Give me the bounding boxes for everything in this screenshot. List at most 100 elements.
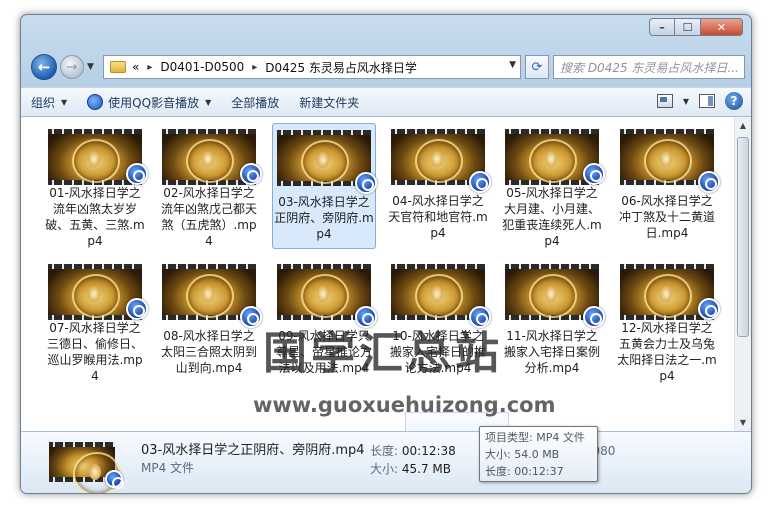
minimize-button[interactable]: – xyxy=(649,18,675,36)
file-name: 03-风水择日学之正阴府、旁阴府.mp4 xyxy=(274,195,374,241)
scroll-up-arrow-icon[interactable]: ▲ xyxy=(735,117,751,134)
breadcrumb-item-current[interactable]: D0425 东灵易占风水择日学 xyxy=(265,59,417,76)
video-thumbnail xyxy=(620,264,720,320)
video-thumbnail xyxy=(49,442,124,493)
file-list: 01-风水择日学之流年凶煞太岁岁破、五黄、三煞.mp4 02-风水择日学之流年凶煞… xyxy=(21,117,751,440)
qq-player-badge-icon xyxy=(240,163,262,185)
caption-buttons: – ☐ ✕ xyxy=(649,18,743,36)
breadcrumb-item-parent[interactable]: D0401-D0500 xyxy=(160,60,244,74)
play-with-qq-button[interactable]: 使用QQ影音播放 ▼ xyxy=(77,88,221,116)
details-length: 长度: 00:12:38 xyxy=(370,442,456,459)
video-thumbnail xyxy=(505,264,605,328)
qq-player-icon xyxy=(87,94,104,110)
file-name: 06-风水择日学之冲丁煞及十二黄道日.mp4 xyxy=(618,194,715,240)
file-item[interactable]: 05-风水择日学之大月建、小月建、犯重丧连续死人.mp4 xyxy=(500,123,605,249)
new-folder-label: 新建文件夹 xyxy=(299,95,360,110)
navigation-row: ← → ▼ « ▸ D0401-D0500 ▸ D0425 东灵易占风水择日学 … xyxy=(29,53,745,81)
qq-player-badge-icon xyxy=(126,298,148,320)
video-thumbnail xyxy=(620,129,720,193)
details-pane: 03-风水择日学之正阴府、旁阴府.mp4 MP4 文件 长度: 00:12:38… xyxy=(21,431,751,493)
help-icon[interactable]: ? xyxy=(725,92,743,110)
length-value: 00:12:38 xyxy=(401,444,456,458)
watermark-url: www.guoxuehuizong.com xyxy=(253,393,556,417)
tooltip-length: 长度: 00:12:37 xyxy=(485,465,564,478)
video-thumbnail xyxy=(391,264,491,328)
file-item[interactable]: 07-风水择日学之三德日、偷修日、巡山罗睺用法.mp4 xyxy=(43,258,148,384)
file-name: 08-风水择日学之太阳三合照太阴到山到向.mp4 xyxy=(160,329,257,375)
qq-player-badge-icon xyxy=(105,470,124,489)
file-tooltip: 项目类型: MP4 文件 大小: 54.0 MB 长度: 00:12:37 xyxy=(479,426,598,482)
video-thumbnail xyxy=(277,130,377,194)
file-name: 11-风水择日学之搬家入宅择日案例分析.mp4 xyxy=(503,329,600,375)
video-thumbnail xyxy=(48,264,148,320)
qq-player-badge-icon xyxy=(583,306,605,328)
tooltip-size: 大小: 54.0 MB xyxy=(485,448,560,461)
file-name: 12-风水择日学之五黄会力士及乌兔太阳择日法之一.mp4 xyxy=(617,321,717,383)
breadcrumb-chevron-icon[interactable]: ▸ xyxy=(147,62,152,73)
file-item[interactable]: 03-风水择日学之正阴府、旁阴府.mp4 xyxy=(272,123,377,249)
watermark-text: 国学汇总站 xyxy=(263,328,503,379)
qq-player-badge-icon xyxy=(240,306,262,328)
forward-button[interactable]: → xyxy=(60,55,84,79)
explorer-window: – ☐ ✕ ← → ▼ « ▸ D0401-D0500 ▸ D0425 东灵易占… xyxy=(20,14,752,494)
vertical-scrollbar[interactable]: ▲ ▼ xyxy=(734,117,751,431)
size-label: 大小: xyxy=(370,462,399,476)
file-name: 01-风水择日学之流年凶煞太岁岁破、五黄、三煞.mp4 xyxy=(45,186,145,248)
refresh-icon: ⟳ xyxy=(531,59,543,75)
breadcrumb-chevron-icon[interactable]: ▸ xyxy=(252,62,257,73)
file-name: 05-风水择日学之大月建、小月建、犯重丧连续死人.mp4 xyxy=(502,186,602,248)
address-bar[interactable]: « ▸ D0401-D0500 ▸ D0425 东灵易占风水择日学 ▼ xyxy=(103,55,521,79)
maximize-button[interactable]: ☐ xyxy=(675,18,701,36)
video-thumbnail xyxy=(391,129,491,193)
qq-player-badge-icon xyxy=(469,171,491,193)
file-item[interactable]: 12-风水择日学之五黄会力士及乌兔太阳择日法之一.mp4 xyxy=(615,258,720,384)
qq-player-badge-icon xyxy=(698,298,720,320)
video-thumbnail xyxy=(162,264,262,328)
address-dropdown-icon[interactable]: ▼ xyxy=(509,60,516,70)
file-name: 02-风水择日学之流年凶煞戊己都天煞（五虎煞）.mp4 xyxy=(160,186,257,248)
tooltip-type: 项目类型: MP4 文件 xyxy=(485,431,585,444)
play-all-label: 全部播放 xyxy=(231,95,280,110)
recent-pages-dropdown[interactable]: ▼ xyxy=(87,62,94,72)
organize-menu[interactable]: 组织 ▼ xyxy=(21,88,77,116)
details-size: 大小: 45.7 MB xyxy=(370,460,451,477)
qq-player-badge-icon xyxy=(355,172,377,194)
toolbar-right: ▼ ? xyxy=(656,92,743,110)
view-dropdown-icon[interactable]: ▼ xyxy=(683,97,689,106)
file-item[interactable]: 11-风水择日学之搬家入宅择日案例分析.mp4 xyxy=(500,258,605,384)
scroll-thumb[interactable] xyxy=(737,137,749,337)
file-name: 07-风水择日学之三德日、偷修日、巡山罗睺用法.mp4 xyxy=(46,321,143,383)
refresh-button[interactable]: ⟳ xyxy=(525,55,549,79)
file-item[interactable]: 04-风水择日学之天官符和地官符.mp4 xyxy=(386,123,491,249)
qq-player-badge-icon xyxy=(583,163,605,185)
file-name: 04-风水择日学之天官符和地官符.mp4 xyxy=(388,194,488,240)
details-file-type: MP4 文件 xyxy=(141,461,195,475)
qq-player-badge-icon xyxy=(698,171,720,193)
search-input[interactable]: 搜索 D0425 东灵易占风水择日... xyxy=(553,55,745,79)
play-all-button[interactable]: 全部播放 xyxy=(221,88,289,116)
organize-label: 组织 xyxy=(31,95,56,110)
back-arrow-icon: ← xyxy=(37,58,51,76)
qq-player-badge-icon xyxy=(126,163,148,185)
file-item[interactable]: 08-风水择日学之太阳三合照太阴到山到向.mp4 xyxy=(157,258,262,384)
forward-arrow-icon: → xyxy=(66,59,78,75)
video-thumbnail xyxy=(277,264,377,328)
new-folder-button[interactable]: 新建文件夹 xyxy=(289,88,369,116)
size-value: 45.7 MB xyxy=(401,462,451,476)
breadcrumb-overflow[interactable]: « xyxy=(132,60,139,74)
file-item[interactable]: 01-风水择日学之流年凶煞太岁岁破、五黄、三煞.mp4 xyxy=(43,123,148,249)
close-button[interactable]: ✕ xyxy=(701,18,743,36)
video-thumbnail xyxy=(505,129,605,185)
details-thumbnail xyxy=(49,442,124,493)
scroll-down-arrow-icon[interactable]: ▼ xyxy=(735,414,751,431)
video-thumbnail xyxy=(48,129,148,185)
back-button[interactable]: ← xyxy=(31,54,57,80)
preview-pane-icon[interactable] xyxy=(699,94,715,108)
change-view-icon[interactable] xyxy=(656,94,673,108)
folder-icon xyxy=(110,61,126,73)
play-with-label: 使用QQ影音播放 xyxy=(108,95,200,110)
details-file-name: 03-风水择日学之正阴府、旁阴府.mp4 xyxy=(141,443,365,458)
dropdown-arrow-icon: ▼ xyxy=(61,97,68,107)
file-item[interactable]: 06-风水择日学之冲丁煞及十二黄道日.mp4 xyxy=(615,123,720,249)
file-item[interactable]: 02-风水择日学之流年凶煞戊己都天煞（五虎煞）.mp4 xyxy=(157,123,262,249)
